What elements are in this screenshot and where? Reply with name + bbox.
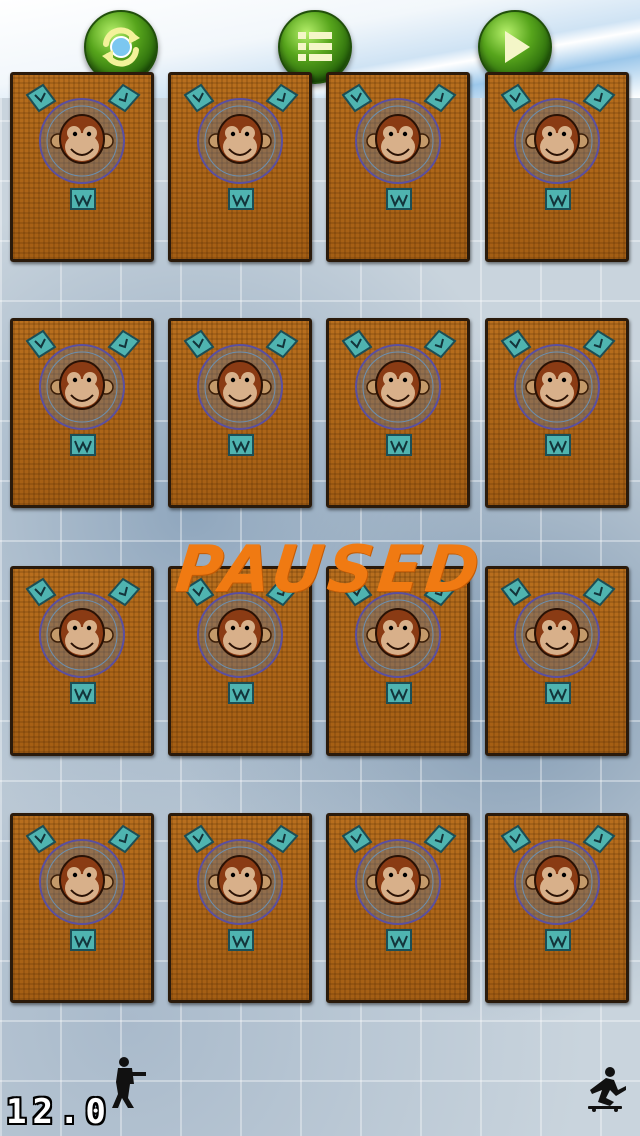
monkey-icon	[341, 83, 457, 210]
card-back-tile[interactable]	[485, 318, 629, 508]
card-back-tile[interactable]	[10, 72, 154, 262]
monkey-icon	[25, 83, 141, 210]
monkey-icon	[500, 824, 616, 951]
monkey-icon	[341, 824, 457, 951]
card-back-tile[interactable]	[168, 318, 312, 508]
timer-display: 12.0	[6, 1092, 112, 1132]
monkey-icon	[341, 329, 457, 456]
play-icon	[505, 31, 530, 63]
monkey-icon	[500, 329, 616, 456]
paused-label: PAUSED	[172, 533, 487, 607]
card-back-tile[interactable]	[10, 318, 154, 508]
refresh-arrows-icon	[102, 27, 140, 67]
card-back-tile[interactable]	[485, 566, 629, 756]
card-back-tile[interactable]	[326, 72, 470, 262]
card-back-tile[interactable]	[168, 813, 312, 1003]
monkey-icon	[25, 824, 141, 951]
monkey-icon	[500, 83, 616, 210]
card-back-tile[interactable]	[10, 566, 154, 756]
card-back-tile[interactable]	[485, 813, 629, 1003]
monkey-icon	[183, 329, 299, 456]
card-back-tile[interactable]	[485, 72, 629, 262]
card-back-tile[interactable]	[168, 72, 312, 262]
card-back-tile[interactable]	[10, 813, 154, 1003]
monkey-icon	[183, 83, 299, 210]
monkey-icon	[25, 577, 141, 704]
monkey-icon	[183, 824, 299, 951]
monkey-icon	[25, 329, 141, 456]
card-back-tile[interactable]	[326, 813, 470, 1003]
monkey-icon	[500, 577, 616, 704]
card-back-tile[interactable]	[326, 318, 470, 508]
skater-icon	[588, 1067, 626, 1112]
list-icon	[298, 32, 332, 61]
